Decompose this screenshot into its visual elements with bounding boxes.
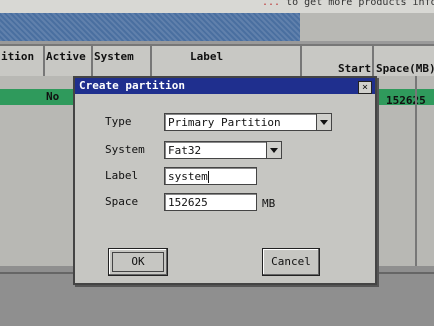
partition-table-header: ition Active System Label Start Space(MB…: [0, 44, 434, 78]
column-space[interactable]: Space(MB): [376, 62, 434, 75]
column-partition[interactable]: ition: [1, 50, 34, 63]
column-active[interactable]: Active: [46, 50, 86, 63]
type-select[interactable]: Primary Partition: [164, 113, 332, 131]
header-right-panel: [300, 13, 434, 41]
column-system[interactable]: System: [94, 50, 134, 63]
system-select-value: Fat32: [168, 144, 202, 157]
column-separator: [91, 46, 93, 76]
dialog-titlebar[interactable]: Create partition ×: [75, 78, 375, 94]
column-separator: [372, 46, 374, 76]
space-input[interactable]: 152625: [164, 193, 257, 211]
close-icon[interactable]: ×: [358, 81, 372, 94]
cancel-button[interactable]: Cancel: [262, 248, 320, 276]
system-label: System: [105, 143, 145, 156]
system-select[interactable]: Fat32: [164, 141, 282, 159]
system-dropdown-icon[interactable]: [266, 142, 281, 158]
ok-button[interactable]: OK: [108, 248, 168, 276]
space-input-value: 152625: [168, 196, 208, 209]
dialog-title: Create partition: [79, 79, 185, 92]
space-label: Space: [105, 195, 139, 208]
space-unit: MB: [262, 197, 276, 210]
column-separator: [43, 46, 45, 76]
text-cursor: [207, 171, 209, 183]
row-space-value: 152625: [386, 94, 426, 107]
column-label[interactable]: Label: [190, 50, 223, 63]
label-input[interactable]: system: [164, 167, 257, 185]
header-hatch-band: [0, 13, 300, 41]
table-right-border: [415, 76, 417, 271]
label-input-value: system: [168, 170, 208, 183]
type-label: Type: [105, 115, 132, 128]
cancel-button-label: Cancel: [271, 255, 311, 268]
column-start[interactable]: Start: [338, 62, 371, 75]
top-banner-red-text: ...: [262, 0, 281, 8]
top-banner-text: ... to get more products informatio: [262, 0, 434, 8]
type-select-value: Primary Partition: [168, 116, 281, 129]
create-partition-dialog: Create partition × Type Primary Partitio…: [73, 76, 377, 285]
column-separator: [300, 46, 302, 76]
column-separator: [150, 46, 152, 76]
label-label: Label: [105, 169, 139, 182]
top-banner: ... to get more products informatio: [0, 0, 434, 13]
type-dropdown-icon[interactable]: [316, 114, 331, 130]
ok-button-focus-ring: [112, 252, 164, 272]
top-banner-info-text: to get more products informatio: [286, 0, 434, 8]
row-active-value: No: [46, 90, 60, 103]
